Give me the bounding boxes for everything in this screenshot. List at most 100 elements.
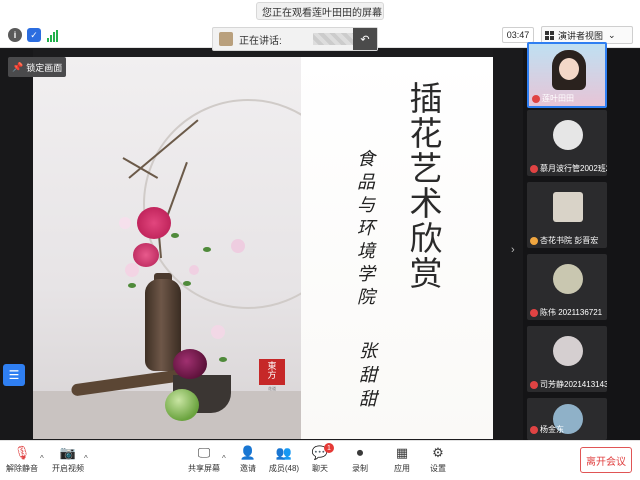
mic-muted-icon: 🎙 bbox=[13, 445, 31, 460]
apps-icon: ▦ bbox=[395, 445, 409, 460]
speaking-label: 正在讲话: bbox=[239, 35, 282, 47]
record-label: 录制 bbox=[352, 464, 368, 473]
record-button[interactable]: ⏺ 录制 bbox=[338, 445, 382, 479]
flower bbox=[211, 325, 225, 339]
members-icon: 👥 bbox=[275, 445, 293, 460]
participant-avatar bbox=[553, 120, 583, 150]
participant-tile[interactable]: 慕月波行管2002班20205... bbox=[527, 110, 607, 176]
camera-off-icon: 📷 bbox=[59, 445, 77, 460]
leaf bbox=[183, 281, 191, 286]
mic-muted-icon bbox=[532, 94, 540, 103]
unmute-label: 解除静音 bbox=[6, 464, 38, 473]
leaf bbox=[203, 247, 211, 252]
participant-namebar: 陈伟 2021136721 bbox=[527, 305, 607, 320]
participant-tile[interactable]: 司芳静2021413143 bbox=[527, 326, 607, 392]
chevron-down-icon[interactable]: ⌄ bbox=[371, 5, 379, 16]
flower bbox=[119, 217, 131, 229]
lock-view-label: 锁定画面 bbox=[26, 62, 63, 73]
share-screen-icon: 🖵 bbox=[197, 445, 211, 460]
participant-name: 慕月波行管2002班20205... bbox=[540, 164, 607, 173]
security-shield-icon[interactable]: ✓ bbox=[27, 28, 41, 42]
title-bar: 您正在观看莲叶田田的屏幕 ⌄ bbox=[0, 0, 640, 22]
participant-tile[interactable]: 莲叶田田 bbox=[527, 42, 607, 108]
chevron-down-icon: ⌄ bbox=[608, 29, 616, 40]
lock-view-button[interactable]: 📌 锁定画面 bbox=[8, 57, 66, 77]
settings-button[interactable]: ⚙ 设置 bbox=[416, 445, 460, 479]
flower bbox=[137, 207, 171, 239]
participant-namebar: 莲叶田田 bbox=[529, 91, 605, 106]
apps-label: 应用 bbox=[394, 464, 410, 473]
mic-muted-icon bbox=[530, 380, 538, 389]
network-signal-icon[interactable] bbox=[45, 28, 59, 42]
grid-view-icon bbox=[545, 30, 554, 40]
participant-tile[interactable]: 杏花书院 彭晋宏 bbox=[527, 182, 607, 248]
chat-button[interactable]: 💬 1 聊天 bbox=[298, 443, 342, 479]
slide-text-area: 插花艺术欣赏 食品与环境学院 张甜甜 bbox=[301, 57, 493, 439]
share-screen-label: 共享屏幕 bbox=[188, 464, 220, 473]
mic-muted-icon bbox=[530, 164, 538, 173]
leaf bbox=[219, 357, 227, 362]
participant-avatar bbox=[553, 264, 583, 294]
slide-author: 张甜甜 bbox=[356, 341, 377, 413]
chat-label: 聊天 bbox=[312, 464, 328, 473]
participant-namebar: 慕月波行管2002班20205... bbox=[527, 161, 607, 176]
record-icon: ⏺ bbox=[356, 445, 364, 460]
chevron-up-icon[interactable]: ^ bbox=[84, 454, 88, 463]
participant-face bbox=[559, 58, 579, 80]
flower bbox=[189, 265, 199, 275]
chevron-right-icon[interactable]: › bbox=[511, 244, 515, 256]
shared-slide: 東 方 花道 插花艺术欣赏 食品与环境学院 张甜甜 bbox=[33, 57, 493, 439]
leave-meeting-button[interactable]: 离开会议 bbox=[580, 447, 632, 473]
meeting-timer: 03:47 bbox=[502, 27, 534, 43]
list-menu-icon[interactable]: ☰ bbox=[3, 364, 25, 386]
slide-title: 插花艺术欣赏 bbox=[404, 81, 443, 291]
meeting-window: 您正在观看莲叶田田的屏幕 ⌄ i ✓ 03:47 演讲者视图 ⌄ 正在讲话: ↶… bbox=[0, 0, 640, 480]
participant-avatar bbox=[553, 192, 583, 222]
participant-tile[interactable]: 杨金东 bbox=[527, 398, 607, 440]
gear-icon: ⚙ bbox=[432, 445, 444, 460]
chevron-up-icon[interactable]: ^ bbox=[40, 454, 44, 463]
flower bbox=[125, 263, 139, 277]
screen-share-title[interactable]: 您正在观看莲叶田田的屏幕 ⌄ bbox=[256, 2, 384, 20]
participant-namebar: 司芳静2021413143 bbox=[527, 377, 607, 392]
mic-muted-icon bbox=[530, 308, 538, 317]
members-label: 成员(48) bbox=[268, 464, 300, 473]
leaf bbox=[171, 233, 179, 238]
participant-namebar: 杨金东 bbox=[527, 422, 607, 437]
chat-badge: 1 bbox=[324, 443, 334, 453]
ikebana-photo: 東 方 花道 bbox=[33, 57, 353, 439]
speaker-avatar bbox=[219, 32, 233, 46]
info-icon[interactable]: i bbox=[8, 28, 22, 42]
flower bbox=[231, 239, 245, 253]
invite-label: 邀请 bbox=[240, 464, 256, 473]
participant-namebar: 杏花书院 彭晋宏 bbox=[527, 233, 607, 248]
control-bar: 🎙 解除静音 ^ 📷 开启视频 ^ 🖵 共享屏幕 ^ 👤 邀请 👥 成员(48)… bbox=[0, 440, 640, 480]
share-screen-button[interactable]: 🖵 共享屏幕 bbox=[182, 445, 226, 479]
participant-avatar bbox=[553, 336, 583, 366]
participant-tile[interactable]: 陈伟 2021136721 bbox=[527, 254, 607, 320]
collapse-arrow-icon[interactable]: ↶ bbox=[353, 28, 377, 50]
start-video-label: 开启视频 bbox=[52, 464, 84, 473]
right-gutter bbox=[493, 49, 523, 440]
participant-name: 司芳静2021413143 bbox=[540, 380, 607, 389]
participant-name: 陈伟 2021136721 bbox=[540, 308, 603, 317]
screen-share-title-text: 您正在观看莲叶田田的屏幕 bbox=[262, 7, 382, 19]
speaking-indicator: 正在讲话: ↶ bbox=[212, 27, 378, 51]
participant-name: 杏花书院 彭晋宏 bbox=[540, 236, 599, 245]
green-apple bbox=[165, 389, 199, 421]
mic-muted-icon bbox=[530, 425, 538, 434]
flower bbox=[133, 243, 159, 267]
view-mode-label: 演讲者视图 bbox=[558, 30, 604, 41]
pin-icon: 📌 bbox=[12, 61, 24, 72]
participant-name: 莲叶田田 bbox=[542, 94, 574, 103]
invite-user-icon: 👤 bbox=[239, 445, 257, 460]
mic-icon bbox=[530, 236, 538, 245]
purple-fruit bbox=[173, 349, 207, 379]
seal-subtext: 花道 bbox=[268, 386, 276, 391]
settings-label: 设置 bbox=[430, 464, 446, 473]
unmute-button[interactable]: 🎙 解除静音 bbox=[0, 445, 44, 479]
slide-school: 食品与环境学院 bbox=[354, 149, 375, 310]
leaf bbox=[128, 283, 136, 288]
participant-name: 杨金东 bbox=[540, 425, 564, 434]
seal-stamp: 東 方 花道 bbox=[259, 359, 285, 393]
